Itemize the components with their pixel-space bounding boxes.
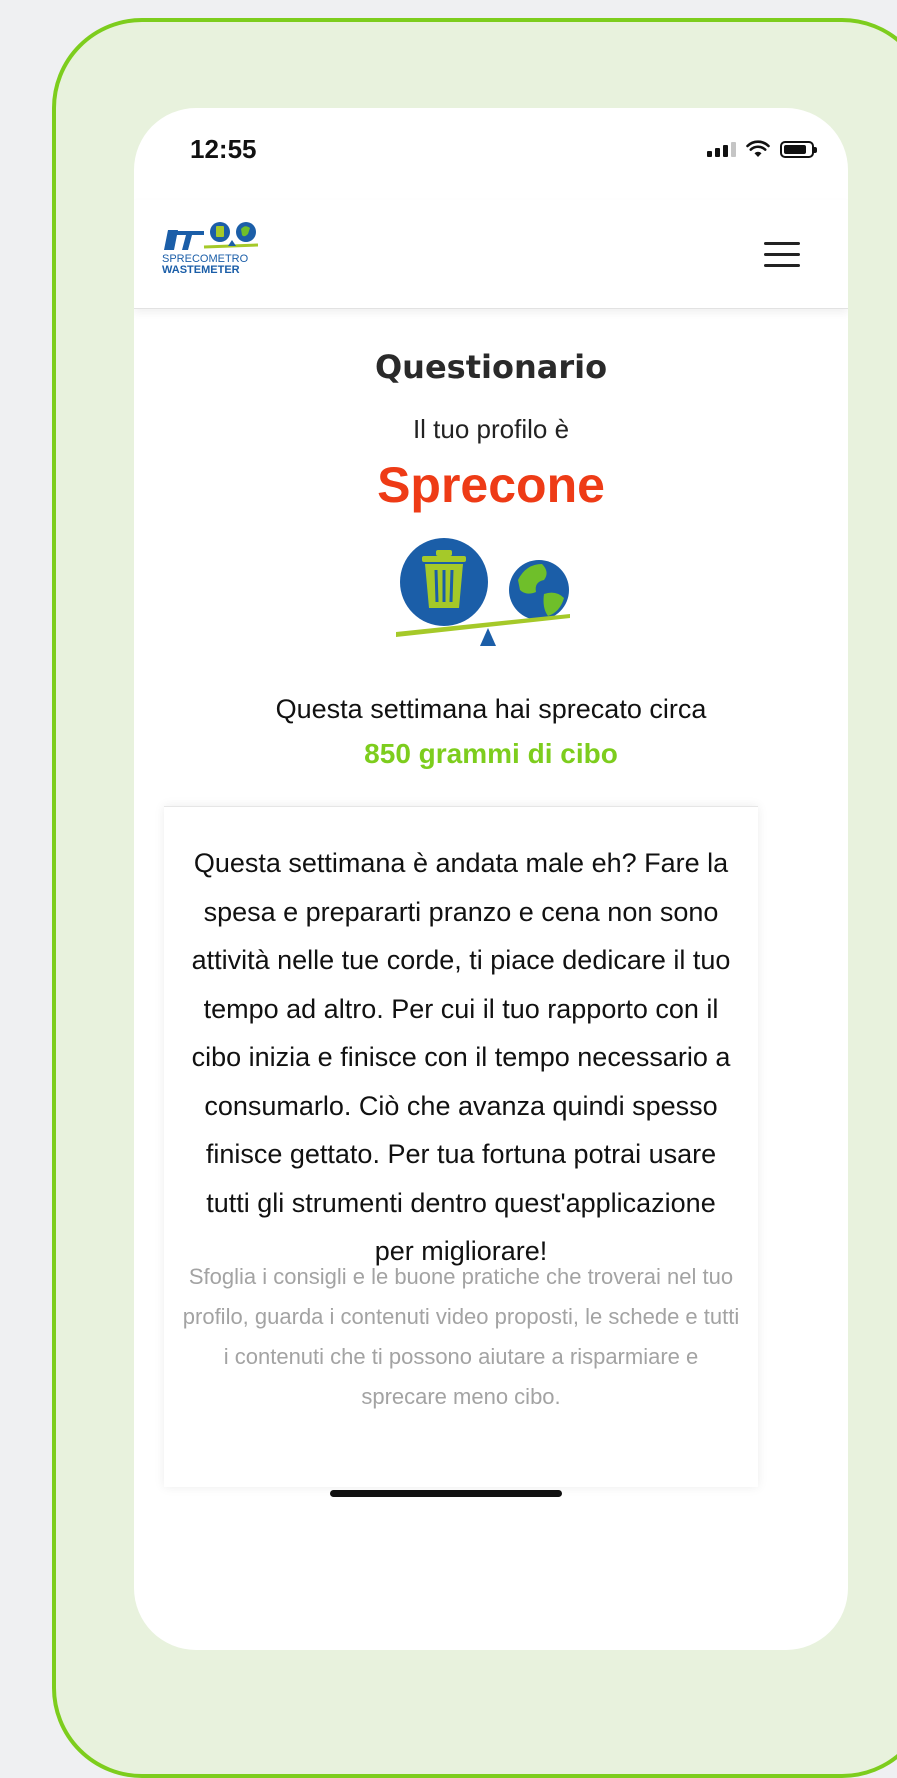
app-logo[interactable]: SPRECOMETRO WASTEMETER [162, 220, 272, 290]
wifi-icon [746, 140, 770, 157]
menu-icon [764, 242, 800, 267]
logo-mark-icon [164, 222, 259, 250]
battery-icon [780, 140, 817, 158]
profile-description: Questa settimana è andata male eh? Fare … [191, 848, 731, 1266]
weekly-waste-text: Questa settimana hai sprecato circa [275, 694, 707, 724]
profile-description-card: Questa settimana è andata male eh? Fare … [164, 806, 758, 1487]
logo-line2: WASTEMETER [162, 264, 240, 276]
page-title: Questionario [374, 348, 608, 386]
menu-button[interactable] [764, 242, 800, 270]
profile-intro: Il tuo profilo è [412, 414, 570, 444]
status-bar: 12:55 [134, 108, 848, 200]
weekly-waste-amount: 850 grammi di cibo [364, 738, 618, 769]
status-icons [707, 140, 817, 158]
profile-illustration [396, 538, 570, 646]
profile-tips: Sfoglia i consigli e le buone pratiche c… [182, 1264, 740, 1409]
trash-bin-icon [400, 538, 488, 626]
home-indicator[interactable] [330, 1490, 562, 1497]
profile-name: Sprecone [377, 457, 605, 513]
scale-pivot [480, 628, 496, 646]
globe-icon [509, 560, 569, 620]
logo-text: SPRECOMETRO WASTEMETER [162, 254, 248, 276]
phone-screen: 12:55 SPRECOMETRO WASTEMETER Questionari… [134, 108, 848, 1650]
signal-icon [707, 141, 736, 157]
app-header: SPRECOMETRO WASTEMETER [134, 200, 848, 309]
status-time: 12:55 [190, 134, 257, 164]
